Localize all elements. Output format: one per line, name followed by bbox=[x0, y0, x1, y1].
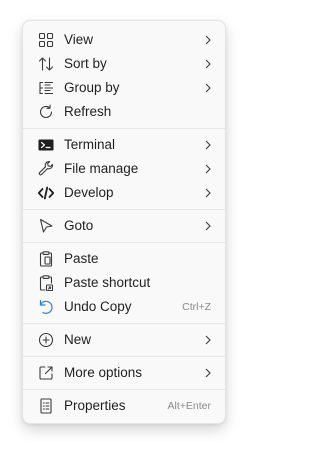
wrench-icon bbox=[37, 160, 55, 178]
open-external-icon bbox=[37, 364, 55, 382]
menu-item-sort-by[interactable]: Sort by bbox=[29, 53, 219, 75]
add-circle-icon bbox=[37, 331, 55, 349]
menu-item-label: Undo Copy bbox=[64, 299, 132, 314]
menu-item-view[interactable]: View bbox=[29, 29, 219, 51]
menu-item-properties[interactable]: Properties Alt+Enter bbox=[29, 395, 219, 417]
chevron-right-icon bbox=[203, 57, 213, 71]
menu-separator bbox=[23, 209, 225, 210]
menu-item-label: Paste bbox=[64, 251, 99, 266]
menu-item-group-by[interactable]: Group by bbox=[29, 77, 219, 99]
chevron-right-icon bbox=[203, 81, 213, 95]
list-icon bbox=[37, 79, 55, 97]
keyboard-shortcut: Alt+Enter bbox=[167, 400, 211, 412]
menu-item-file-manage[interactable]: File manage bbox=[29, 158, 219, 180]
menu-item-label: File manage bbox=[64, 161, 139, 176]
chevron-right-icon bbox=[203, 333, 213, 347]
menu-item-label: More options bbox=[64, 365, 143, 380]
properties-icon bbox=[37, 397, 55, 415]
menu-item-label: Group by bbox=[64, 80, 120, 95]
menu-item-label: Refresh bbox=[64, 104, 112, 119]
menu-separator bbox=[23, 323, 225, 324]
chevron-right-icon bbox=[203, 186, 213, 200]
menu-separator bbox=[23, 242, 225, 243]
menu-separator bbox=[23, 356, 225, 357]
menu-item-label: Properties bbox=[64, 398, 126, 413]
menu-item-label: New bbox=[64, 332, 92, 347]
refresh-icon bbox=[37, 103, 55, 121]
menu-item-label: Paste shortcut bbox=[64, 275, 151, 290]
terminal-icon bbox=[37, 136, 55, 154]
menu-item-label: View bbox=[64, 32, 94, 47]
grid-icon bbox=[37, 31, 55, 49]
menu-item-develop[interactable]: Develop bbox=[29, 182, 219, 204]
clipboard-shortcut-icon bbox=[37, 274, 55, 292]
pointer-icon bbox=[37, 217, 55, 235]
chevron-right-icon bbox=[203, 33, 213, 47]
keyboard-shortcut: Ctrl+Z bbox=[182, 301, 211, 313]
menu-item-label: Develop bbox=[64, 185, 114, 200]
menu-item-paste[interactable]: Paste bbox=[29, 248, 219, 270]
menu-item-label: Goto bbox=[64, 218, 94, 233]
undo-icon bbox=[37, 298, 55, 316]
menu-item-label: Terminal bbox=[64, 137, 116, 152]
menu-item-paste-shortcut[interactable]: Paste shortcut bbox=[29, 272, 219, 294]
menu-item-new[interactable]: New bbox=[29, 329, 219, 351]
menu-separator bbox=[23, 128, 225, 129]
chevron-right-icon bbox=[203, 219, 213, 233]
menu-item-goto[interactable]: Goto bbox=[29, 215, 219, 237]
menu-item-undo-copy[interactable]: Undo Copy Ctrl+Z bbox=[29, 296, 219, 318]
chevron-right-icon bbox=[203, 366, 213, 380]
menu-item-label: Sort by bbox=[64, 56, 107, 71]
chevron-right-icon bbox=[203, 138, 213, 152]
chevron-right-icon bbox=[203, 162, 213, 176]
sort-icon bbox=[37, 55, 55, 73]
code-icon bbox=[37, 184, 55, 202]
context-menu: View Sort by Group by Refresh Terminal F… bbox=[22, 20, 226, 424]
clipboard-icon bbox=[37, 250, 55, 268]
menu-item-refresh[interactable]: Refresh bbox=[29, 101, 219, 123]
menu-item-more-options[interactable]: More options bbox=[29, 362, 219, 384]
menu-separator bbox=[23, 389, 225, 390]
menu-item-terminal[interactable]: Terminal bbox=[29, 134, 219, 156]
